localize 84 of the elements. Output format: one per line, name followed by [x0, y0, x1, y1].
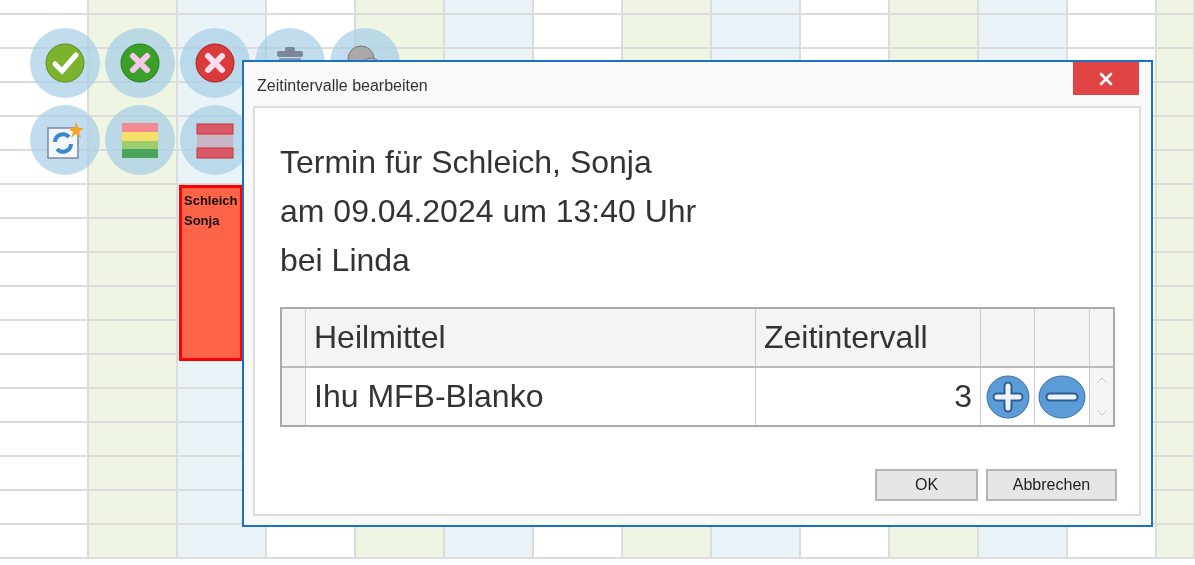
calendar-cell[interactable] [89, 491, 178, 525]
calendar-cell[interactable] [0, 253, 89, 287]
calendar-cell[interactable] [1157, 117, 1195, 151]
calendar-cell[interactable] [89, 321, 178, 355]
appointment-block[interactable]: Schleich Sonja [179, 185, 243, 361]
calendar-cell[interactable] [1157, 423, 1195, 457]
add-button[interactable] [985, 374, 1030, 419]
calendar-cell[interactable] [534, 525, 623, 559]
remove-button[interactable] [1038, 374, 1086, 419]
calendar-cell[interactable] [1157, 321, 1195, 355]
appointment-text: Schleich [184, 192, 238, 210]
calendar-cell[interactable] [1068, 525, 1157, 559]
calendar-cell[interactable] [801, 15, 890, 49]
ok-button[interactable]: OK [875, 469, 978, 501]
calendar-cell[interactable] [623, 15, 712, 49]
calendar-cell[interactable] [89, 253, 178, 287]
calendar-cell[interactable] [89, 219, 178, 253]
calendar-cell[interactable] [0, 389, 89, 423]
calendar-cell[interactable] [534, 15, 623, 49]
calendar-cell[interactable] [178, 525, 267, 559]
calendar-cell[interactable] [0, 423, 89, 457]
heading-text: am 09.04.2024 um 13:40 Uhr [280, 192, 698, 231]
heading-text: Termin für Schleich, Sonja [280, 143, 653, 182]
calendar-cell[interactable] [1157, 253, 1195, 287]
calendar-cell[interactable] [890, 525, 979, 559]
calendar-cell[interactable] [89, 525, 178, 559]
calendar-cell[interactable] [0, 219, 89, 253]
calendar-cell[interactable] [356, 525, 445, 559]
heading-text: bei Linda [280, 241, 411, 280]
calendar-cell[interactable] [1157, 49, 1195, 83]
cancel-button[interactable]: Abbrechen [986, 469, 1117, 501]
calendar-cell[interactable] [623, 525, 712, 559]
calendar-cell[interactable] [89, 355, 178, 389]
calendar-cell[interactable] [890, 15, 979, 49]
calendar-cell[interactable] [89, 389, 178, 423]
calendar-cell[interactable] [1157, 389, 1195, 423]
check-icon [45, 43, 85, 83]
calendar-cell[interactable] [1157, 83, 1195, 117]
minus-icon [1038, 374, 1086, 419]
row-header-cell[interactable] [282, 368, 306, 425]
window-title: Zeitintervalle bearbeiten [257, 77, 428, 95]
cross-icon [120, 43, 160, 83]
calendar-cell[interactable] [445, 15, 534, 49]
calendar-cell[interactable] [1157, 219, 1195, 253]
calendar-cell[interactable] [0, 321, 89, 355]
calendar-cell[interactable] [0, 355, 89, 389]
calendar-cell[interactable] [0, 457, 89, 491]
calendar-cell[interactable] [1157, 185, 1195, 219]
calendar-cell[interactable] [1157, 491, 1195, 525]
calendar-cell[interactable] [267, 525, 356, 559]
column-header: Zeitintervall [756, 309, 981, 366]
scrollbar[interactable] [1090, 368, 1113, 425]
calendar-cell[interactable] [1068, 15, 1157, 49]
calendar-cell[interactable] [89, 457, 178, 491]
calendar-cell[interactable] [89, 423, 178, 457]
calendar-cell[interactable] [1157, 151, 1195, 185]
close-button[interactable] [1073, 62, 1139, 95]
calendar-cell[interactable] [1157, 15, 1195, 49]
color-bars-icon [120, 120, 160, 160]
calendar-cell[interactable] [0, 491, 89, 525]
striped-bars-icon [195, 120, 235, 160]
calendar-cell[interactable] [1157, 355, 1195, 389]
calendar-cell[interactable] [445, 525, 534, 559]
cross-icon [195, 43, 235, 83]
calendar-cell[interactable] [712, 15, 801, 49]
close-icon [1098, 70, 1114, 87]
plus-icon [985, 374, 1030, 419]
calendar-cell[interactable] [1157, 457, 1195, 491]
calendar-cell[interactable] [712, 525, 801, 559]
appointment-text: Sonja [184, 212, 221, 230]
calendar-cell[interactable] [0, 287, 89, 321]
calendar-cell[interactable] [0, 525, 89, 559]
calendar-cell[interactable] [1157, 287, 1195, 321]
calendar-cell[interactable] [979, 525, 1068, 559]
table-cell: 3 [756, 368, 981, 425]
calendar-cell[interactable] [801, 525, 890, 559]
refresh-icon [45, 120, 85, 160]
table-cell: Ihu MFB-Blanko [306, 368, 756, 425]
calendar-cell[interactable] [1157, 525, 1195, 559]
calendar-cell[interactable] [89, 287, 178, 321]
column-header: Heilmittel [306, 309, 756, 366]
calendar-cell[interactable] [979, 15, 1068, 49]
calendar-cell[interactable] [0, 185, 89, 219]
calendar-cell[interactable] [89, 185, 178, 219]
